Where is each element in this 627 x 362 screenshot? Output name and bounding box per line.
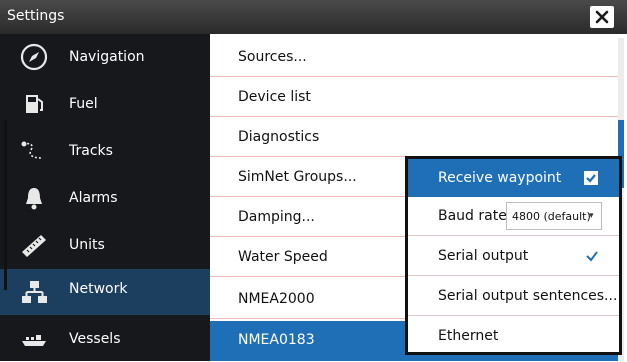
- sidebar-item-label: Vessels: [69, 331, 121, 347]
- receive-waypoint-checkbox[interactable]: [584, 171, 598, 185]
- sidebar-item-alarms[interactable]: Alarms: [0, 175, 210, 221]
- list-item-device-list[interactable]: Device list: [210, 78, 618, 117]
- serial-output-label: Serial output: [438, 248, 529, 264]
- ethernet-row[interactable]: Ethernet: [408, 317, 619, 355]
- sidebar-item-network[interactable]: Network: [0, 269, 210, 315]
- close-button[interactable]: [590, 6, 614, 28]
- baud-rate-row: Baud rate 4800 (default) ▾: [408, 197, 619, 236]
- sidebar-item-label: Navigation: [69, 49, 145, 65]
- list-item-label: Device list: [238, 89, 311, 105]
- receive-waypoint-row[interactable]: Receive waypoint: [408, 159, 619, 197]
- nmea0183-popup: Receive waypoint Baud rate 4800 (default…: [405, 156, 622, 355]
- sidebar-item-tracks[interactable]: Tracks: [0, 128, 210, 174]
- list-item-label: NMEA2000: [238, 291, 315, 307]
- list-item-label: Water Speed: [238, 249, 328, 265]
- window-title: Settings: [7, 8, 65, 24]
- list-item-label: NMEA0183: [238, 332, 315, 348]
- serial-output-sentences-label: Serial output sentences...: [438, 288, 618, 304]
- serial-output-checkbox[interactable]: [584, 248, 600, 264]
- baud-rate-value: 4800 (default): [512, 210, 591, 223]
- track-icon: [18, 136, 50, 166]
- sidebar-item-label: Units: [69, 237, 105, 253]
- title-bar: Settings: [0, 0, 627, 34]
- receive-waypoint-label: Receive waypoint: [438, 170, 562, 186]
- sidebar-item-fuel[interactable]: Fuel: [0, 81, 210, 127]
- list-item-label: Sources...: [238, 49, 307, 65]
- sidebar-item-vessels[interactable]: Vessels: [0, 316, 210, 362]
- network-icon: [18, 277, 50, 307]
- list-item-label: Damping...: [238, 209, 315, 225]
- vessels-icon: [18, 324, 50, 354]
- list-item-diagnostics[interactable]: Diagnostics: [210, 118, 618, 157]
- list-item-label: SimNet Groups...: [238, 169, 357, 185]
- sidebar-item-units[interactable]: Units: [0, 222, 210, 268]
- settings-sidebar: Navigation Fuel Tracks Alarms Units Netw…: [0, 34, 210, 361]
- dropdown-arrow-icon: ▾: [589, 211, 594, 221]
- baud-rate-label: Baud rate: [438, 208, 507, 224]
- sidebar-item-label: Fuel: [69, 96, 98, 112]
- sidebar-scroll-indicator: [4, 120, 7, 290]
- close-icon: [595, 10, 609, 24]
- fuel-pump-icon: [18, 89, 50, 119]
- serial-output-sentences-row[interactable]: Serial output sentences...: [408, 277, 619, 316]
- list-item-label: Diagnostics: [238, 129, 320, 145]
- compass-icon: [18, 42, 50, 72]
- ruler-icon: [18, 230, 50, 260]
- checkmark-icon: [586, 174, 596, 183]
- serial-output-row[interactable]: Serial output: [408, 237, 619, 276]
- sidebar-item-label: Tracks: [69, 143, 113, 159]
- baud-rate-select[interactable]: 4800 (default) ▾: [506, 202, 602, 230]
- sidebar-item-navigation[interactable]: Navigation: [0, 34, 210, 80]
- sidebar-item-label: Alarms: [69, 190, 118, 206]
- bell-icon: [18, 183, 50, 213]
- list-item-sources[interactable]: Sources...: [210, 38, 618, 77]
- sidebar-item-label: Network: [69, 281, 128, 297]
- ethernet-label: Ethernet: [438, 328, 499, 344]
- checkmark-icon: [586, 251, 598, 262]
